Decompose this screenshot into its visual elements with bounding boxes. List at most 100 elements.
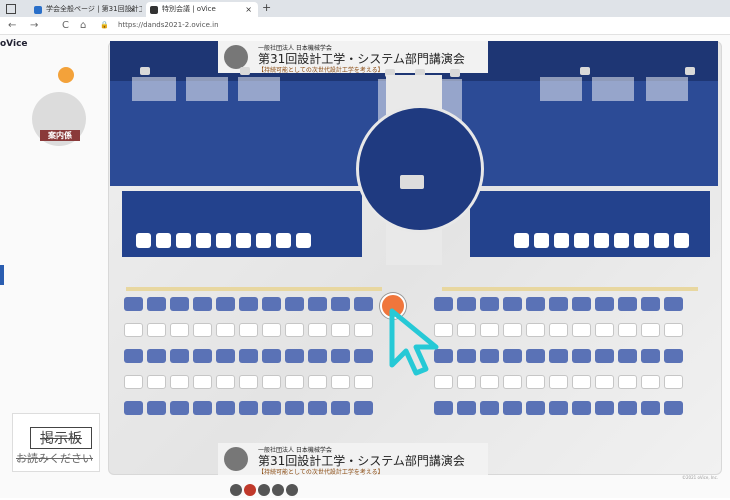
lounge-seat[interactable] xyxy=(256,233,271,248)
audience-seat[interactable] xyxy=(331,297,350,311)
audience-seat[interactable] xyxy=(285,401,304,415)
audience-seat[interactable] xyxy=(595,297,614,311)
audience-seat[interactable] xyxy=(595,401,614,415)
lounge-seat[interactable] xyxy=(554,233,569,248)
audience-seat[interactable] xyxy=(480,349,499,363)
audience-seat[interactable] xyxy=(308,349,327,363)
audience-seat[interactable] xyxy=(262,375,281,389)
audience-seat[interactable] xyxy=(618,401,637,415)
audience-seat[interactable] xyxy=(308,375,327,389)
lounge-seat[interactable] xyxy=(514,233,529,248)
audience-seat[interactable] xyxy=(503,297,522,311)
audience-seat[interactable] xyxy=(480,375,499,389)
lounge-seat[interactable] xyxy=(276,233,291,248)
audience-seat[interactable] xyxy=(526,375,545,389)
audience-seat[interactable] xyxy=(434,375,453,389)
audience-seat[interactable] xyxy=(147,349,166,363)
lounge-seat[interactable] xyxy=(614,233,629,248)
audience-seat[interactable] xyxy=(193,297,212,311)
tab-conference[interactable]: 学会全般ページ | 第31回設計工学・ × xyxy=(30,2,142,17)
audience-seat[interactable] xyxy=(124,349,143,363)
audience-seat[interactable] xyxy=(331,323,350,337)
lounge-seat[interactable] xyxy=(634,233,649,248)
center-stage[interactable] xyxy=(356,105,484,233)
audience-seat[interactable] xyxy=(618,297,637,311)
audience-seat[interactable] xyxy=(480,401,499,415)
audience-seat[interactable] xyxy=(262,349,281,363)
audience-seat[interactable] xyxy=(618,349,637,363)
lounge-seat[interactable] xyxy=(176,233,191,248)
side-panel-handle[interactable] xyxy=(0,265,4,285)
audience-seat[interactable] xyxy=(572,349,591,363)
audience-seat[interactable] xyxy=(641,401,660,415)
reload-icon[interactable]: C xyxy=(62,17,69,34)
audience-seat[interactable] xyxy=(503,323,522,337)
audience-seat[interactable] xyxy=(572,323,591,337)
audience-seat[interactable] xyxy=(308,297,327,311)
audience-seat[interactable] xyxy=(170,323,189,337)
lounge-seat[interactable] xyxy=(594,233,609,248)
audience-seat[interactable] xyxy=(457,401,476,415)
audience-seat[interactable] xyxy=(595,349,614,363)
audience-seat[interactable] xyxy=(170,349,189,363)
ovice-space[interactable]: oVice 一般社団法人 日本機械学会 第31回設計工学・システム部門講演会 【… xyxy=(0,35,730,498)
tab-ovice[interactable]: 特別会議 | oVice × xyxy=(146,2,258,17)
audience-seat[interactable] xyxy=(285,323,304,337)
audience-seat[interactable] xyxy=(664,349,683,363)
audience-seat[interactable] xyxy=(193,323,212,337)
audience-seat[interactable] xyxy=(641,375,660,389)
audience-seat[interactable] xyxy=(480,297,499,311)
mic-icon[interactable] xyxy=(230,484,242,496)
new-tab-button[interactable]: + xyxy=(262,1,271,14)
minus-icon[interactable] xyxy=(272,484,284,496)
audience-seat[interactable] xyxy=(239,401,258,415)
audience-seat[interactable] xyxy=(308,323,327,337)
audience-seat[interactable] xyxy=(147,323,166,337)
lounge-seat[interactable] xyxy=(574,233,589,248)
audience-seat[interactable] xyxy=(664,401,683,415)
audience-seat[interactable] xyxy=(239,323,258,337)
audience-seat[interactable] xyxy=(572,401,591,415)
audience-seat[interactable] xyxy=(239,297,258,311)
audience-seat[interactable] xyxy=(124,297,143,311)
lounge-seat[interactable] xyxy=(156,233,171,248)
audience-seat[interactable] xyxy=(595,323,614,337)
guide-bot-icon[interactable] xyxy=(58,67,74,83)
audience-seat[interactable] xyxy=(641,349,660,363)
audience-seat[interactable] xyxy=(549,297,568,311)
audience-seat[interactable] xyxy=(331,349,350,363)
audience-seat[interactable] xyxy=(216,297,235,311)
audience-seat[interactable] xyxy=(354,349,373,363)
audience-seat[interactable] xyxy=(354,297,373,311)
audience-seat[interactable] xyxy=(457,297,476,311)
audience-seat[interactable] xyxy=(262,401,281,415)
audience-seat[interactable] xyxy=(147,401,166,415)
audience-seat[interactable] xyxy=(664,323,683,337)
screen-share-icon[interactable] xyxy=(258,484,270,496)
audience-seat[interactable] xyxy=(641,297,660,311)
forward-icon[interactable]: → xyxy=(30,17,38,34)
lounge-seat[interactable] xyxy=(674,233,689,248)
camera-icon[interactable] xyxy=(244,484,256,496)
audience-seat[interactable] xyxy=(124,401,143,415)
audience-seat[interactable] xyxy=(285,349,304,363)
lounge-seat[interactable] xyxy=(654,233,669,248)
audience-seat[interactable] xyxy=(193,349,212,363)
lounge-seat[interactable] xyxy=(216,233,231,248)
audience-seat[interactable] xyxy=(262,297,281,311)
audience-seat[interactable] xyxy=(262,323,281,337)
audience-seat[interactable] xyxy=(480,323,499,337)
audience-seat[interactable] xyxy=(595,375,614,389)
audience-seat[interactable] xyxy=(457,375,476,389)
audience-seat[interactable] xyxy=(549,349,568,363)
audience-seat[interactable] xyxy=(354,375,373,389)
audience-seat[interactable] xyxy=(549,323,568,337)
audience-seat[interactable] xyxy=(193,401,212,415)
audience-seat[interactable] xyxy=(308,401,327,415)
audience-seat[interactable] xyxy=(526,297,545,311)
back-icon[interactable]: ← xyxy=(8,17,16,34)
audience-seat[interactable] xyxy=(170,401,189,415)
audience-seat[interactable] xyxy=(239,375,258,389)
audience-seat[interactable] xyxy=(147,375,166,389)
audience-seat[interactable] xyxy=(147,297,166,311)
